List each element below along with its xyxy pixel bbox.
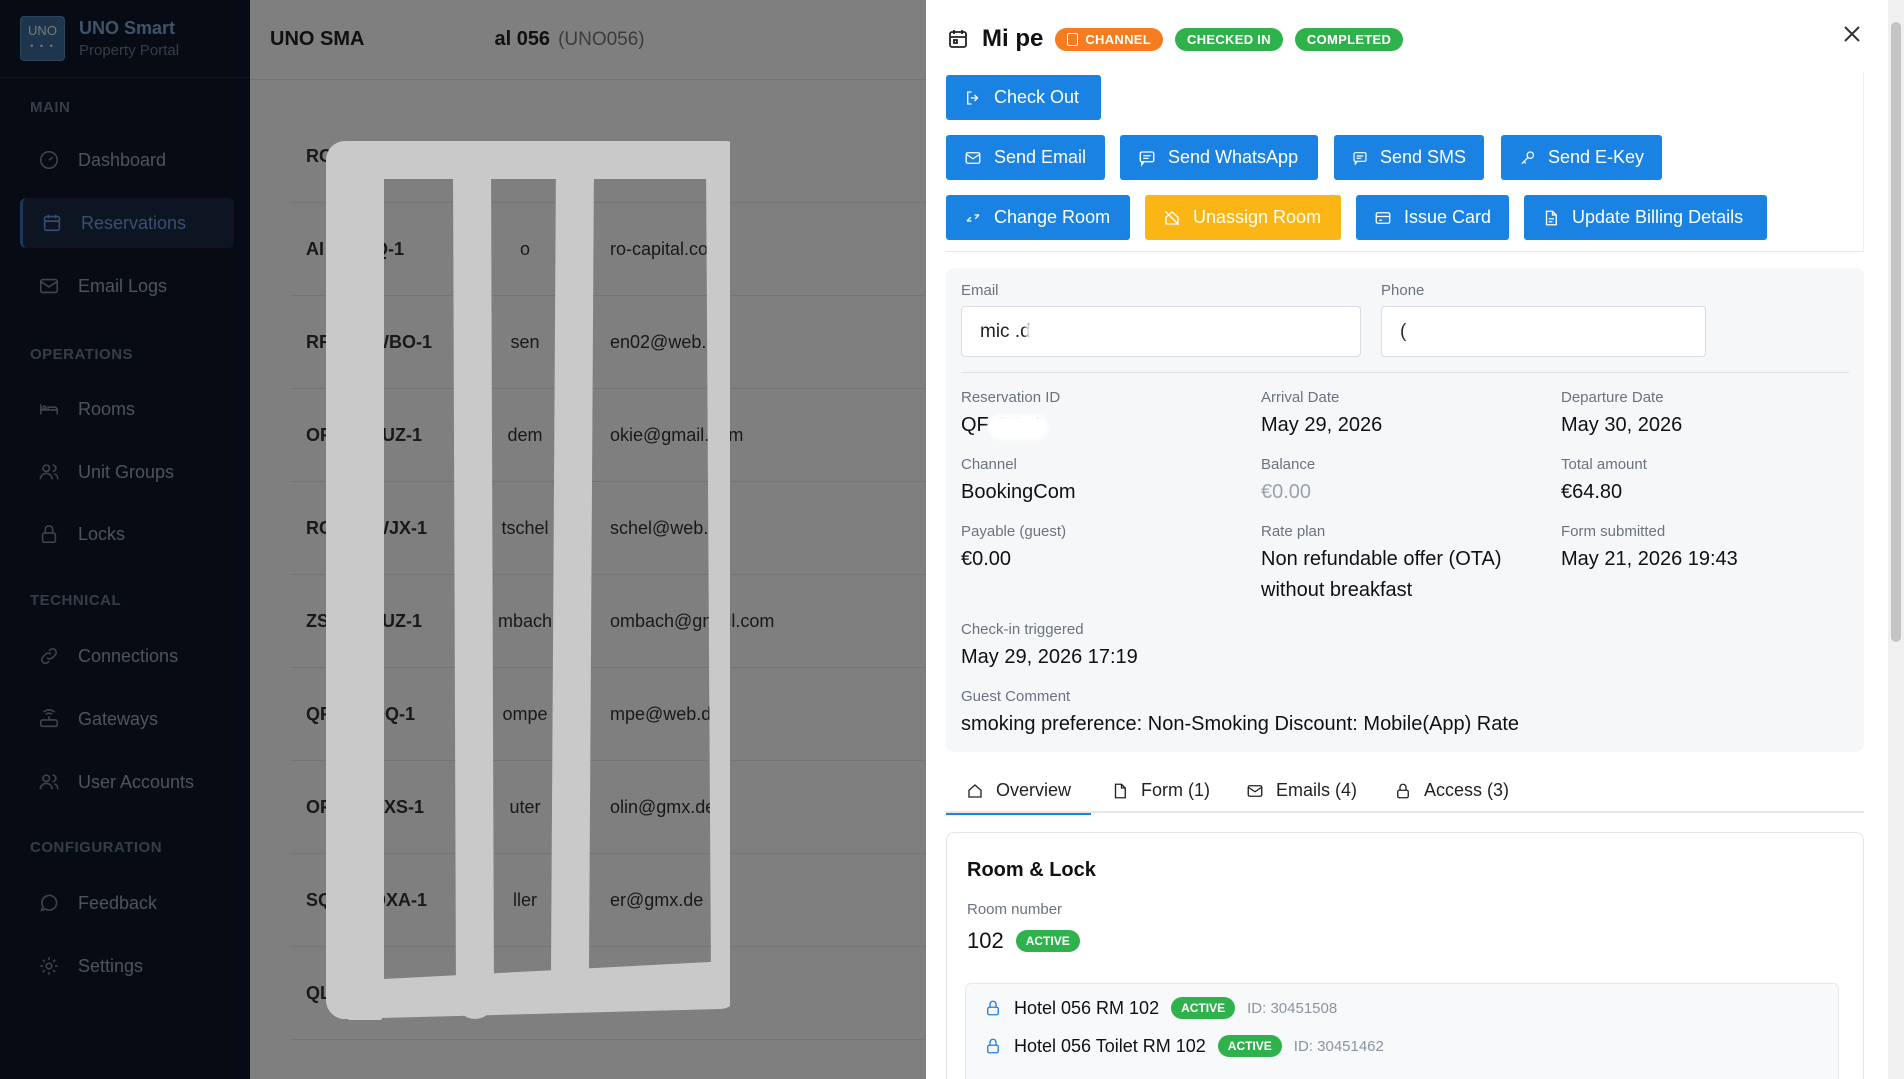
send-ekey-button[interactable]: Send E-Key (1501, 135, 1662, 180)
completed-badge: COMPLETED (1294, 27, 1404, 51)
tab-overview[interactable]: Overview (946, 768, 1092, 815)
rate-plan: Non refundable offer (OTA) without breakf… (1261, 548, 1502, 601)
checkin-triggered: May 29, 2026 17:19 (961, 646, 1138, 668)
swap-icon (966, 213, 980, 222)
mail-icon (1247, 784, 1263, 797)
close-icon (1844, 26, 1860, 42)
lock-icon (1397, 783, 1409, 798)
list-item[interactable]: Hotel 056 Toilet RM 102 ACTIVE ID: 30451… (984, 1031, 1384, 1061)
logout-icon (967, 90, 979, 105)
scrollbar-thumb[interactable] (1891, 22, 1901, 642)
reservation-detail-panel: Mi pe CHANNEL CHECKED IN COMPLETED Check… (926, 0, 1904, 1079)
channel-value: BookingCom (961, 481, 1076, 503)
room-number: 102 ACTIVE (967, 928, 1080, 954)
status-badge: ACTIVE (1217, 1035, 1282, 1057)
lock-icon (987, 1000, 999, 1016)
guest-name: Mi pe (982, 25, 1044, 52)
close-button[interactable] (1840, 22, 1868, 50)
send-email-button[interactable]: Send Email (946, 135, 1105, 180)
balance-value: €0.00 (1261, 481, 1312, 503)
redaction-scribble (326, 141, 730, 1020)
tab-emails[interactable]: Emails (4) (1246, 768, 1357, 813)
unassign-room-button[interactable]: Unassign Room (1145, 195, 1341, 240)
home-icon (968, 783, 982, 798)
guest-comment: smoking preference: Non-Smoking Discount… (961, 713, 1520, 735)
redaction-blur (988, 414, 1048, 440)
mail-icon (965, 151, 981, 164)
room-lock-card: Room & Lock Room number 102 ACTIVE Hotel… (946, 832, 1864, 1079)
check-out-button[interactable]: Check Out (946, 75, 1101, 120)
panel-header: Mi pe CHANNEL CHECKED IN COMPLETED (946, 24, 1404, 54)
total-amount: €64.80 (1561, 481, 1623, 503)
lock-list: Hotel 056 RM 102 ACTIVE ID: 30451508 Hot… (965, 983, 1839, 1079)
change-room-button[interactable]: Change Room (946, 195, 1130, 240)
card-icon (1067, 32, 1079, 46)
room-lock-title: Room & Lock (967, 859, 1096, 881)
issue-card-button[interactable]: Issue Card (1356, 195, 1509, 240)
tab-access[interactable]: Access (3) (1394, 768, 1509, 813)
checked-in-badge: CHECKED IN (1175, 27, 1283, 51)
status-badge: ACTIVE (1171, 997, 1236, 1019)
panel-scrollbar[interactable] (1888, 0, 1904, 1079)
detail-tabs: Overview Form (1) Emails (4) Access (3) (946, 768, 1864, 815)
document-icon (1114, 783, 1126, 798)
send-sms-button[interactable]: Send SMS (1334, 135, 1484, 180)
lock-icon (987, 1038, 999, 1054)
message-icon (1139, 150, 1155, 167)
status-badge: ACTIVE (1015, 930, 1080, 952)
document-icon (1545, 210, 1557, 225)
home-off-icon (1164, 210, 1180, 225)
channel-badge: CHANNEL (1055, 27, 1163, 51)
redaction-blur (1406, 314, 1516, 348)
calendar-icon (949, 30, 967, 48)
tab-form[interactable]: Form (1) (1111, 768, 1210, 813)
arrival-date: May 29, 2026 (1261, 414, 1383, 436)
message-icon (1353, 151, 1367, 166)
form-submitted: May 21, 2026 19:43 (1561, 548, 1738, 570)
key-icon (1521, 150, 1535, 164)
card-icon (1375, 211, 1391, 224)
list-item[interactable]: Hotel 056 RM 102 ACTIVE ID: 30451508 (984, 993, 1337, 1023)
departure-date: May 30, 2026 (1561, 414, 1683, 436)
redaction-blur (1026, 312, 1191, 350)
payable-value: €0.00 (961, 548, 1012, 570)
update-billing-button[interactable]: Update Billing Details (1524, 195, 1767, 240)
app-root: UNO• • • UNO Smart Property Portal MAIN … (0, 0, 1904, 1079)
send-whatsapp-button[interactable]: Send WhatsApp (1120, 135, 1318, 180)
reservation-info: Email mic .de Phone ( Reservation ID QF … (946, 268, 1864, 752)
